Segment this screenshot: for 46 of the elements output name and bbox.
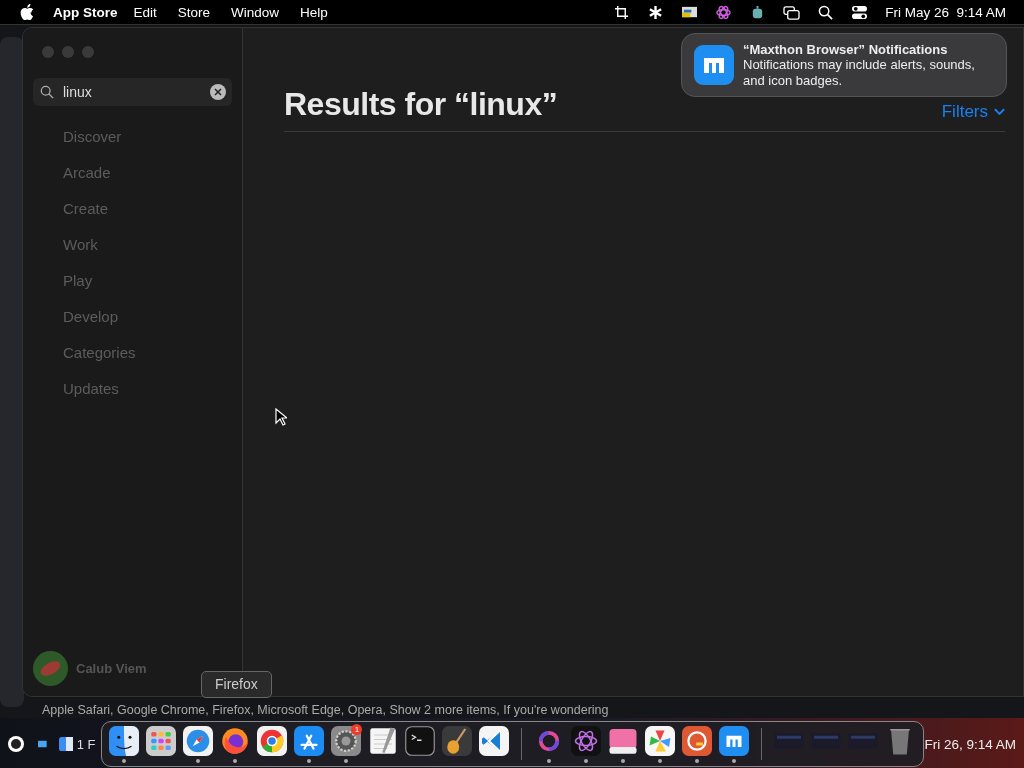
- clear-icon[interactable]: [210, 84, 226, 100]
- menu-item[interactable]: Store: [177, 4, 211, 20]
- atom-icon[interactable]: [715, 4, 733, 20]
- code-editor-icon[interactable]: [479, 725, 510, 756]
- control-center-icon[interactable]: [851, 4, 869, 20]
- menu-item[interactable]: Edit: [133, 4, 157, 20]
- notepad-icon[interactable]: [368, 725, 399, 756]
- notification-badge: 1: [351, 724, 363, 735]
- finder-icon: [58, 737, 73, 751]
- gear-icon[interactable]: [331, 725, 362, 756]
- apple-logo-icon[interactable]: [20, 4, 34, 20]
- app-grid-icon[interactable]: [146, 725, 177, 756]
- guitar-icon[interactable]: [442, 725, 473, 756]
- pinwheel-icon[interactable]: [645, 725, 676, 756]
- menu-item[interactable]: Window: [231, 4, 280, 20]
- notification-title: “Maxthon Browser” Notifications: [743, 41, 949, 57]
- search-icon: [40, 85, 54, 99]
- menu-bar-clock[interactable]: Fri May 26 9:14 AM: [885, 4, 1006, 20]
- app-icon: [694, 45, 734, 85]
- results-heading: Results for “linux”: [284, 86, 558, 123]
- taskbar-clock[interactable]: Fri 26, 9:14 AM: [924, 736, 1024, 752]
- windows-icon[interactable]: [783, 4, 801, 20]
- tooltip: Firefox: [201, 671, 272, 698]
- chevron-down-icon: [994, 108, 1005, 116]
- menu-item[interactable]: Help: [300, 4, 328, 20]
- maxthon-icon[interactable]: [719, 725, 750, 756]
- filters-button[interactable]: Filters: [941, 102, 1005, 122]
- duck-icon[interactable]: [682, 725, 713, 756]
- avatar-icon[interactable]: [33, 651, 68, 686]
- chrome-icon[interactable]: [257, 725, 288, 756]
- notification-text: Notifications may include alerts, sounds, and icon badges.: [743, 56, 976, 89]
- search-icon[interactable]: [817, 4, 835, 20]
- finder-icon[interactable]: [109, 725, 140, 756]
- pointer-icon: [275, 408, 287, 426]
- app-name-menu[interactable]: App Store: [53, 4, 118, 20]
- crop-icon[interactable]: [613, 4, 631, 20]
- search-field[interactable]: linux: [33, 78, 232, 106]
- taskbar-item[interactable]: 1 F: [58, 736, 96, 752]
- monitor-icon[interactable]: [681, 4, 699, 20]
- app-store-icon[interactable]: [294, 725, 325, 756]
- fox-globe-icon[interactable]: [220, 725, 251, 756]
- atom-icon[interactable]: [571, 725, 602, 756]
- compass-icon[interactable]: [183, 725, 214, 756]
- background-text: Apple Safari, Google Chrome, Firefox, Microsoft Edge, Opera, Show 2 more items, If you're wondering: [42, 703, 609, 717]
- notification-banner[interactable]: “Maxthon Browser” Notifications Notifications may include alerts, sounds, and icon badges.: [681, 33, 1007, 97]
- terminal-icon[interactable]: [405, 725, 436, 756]
